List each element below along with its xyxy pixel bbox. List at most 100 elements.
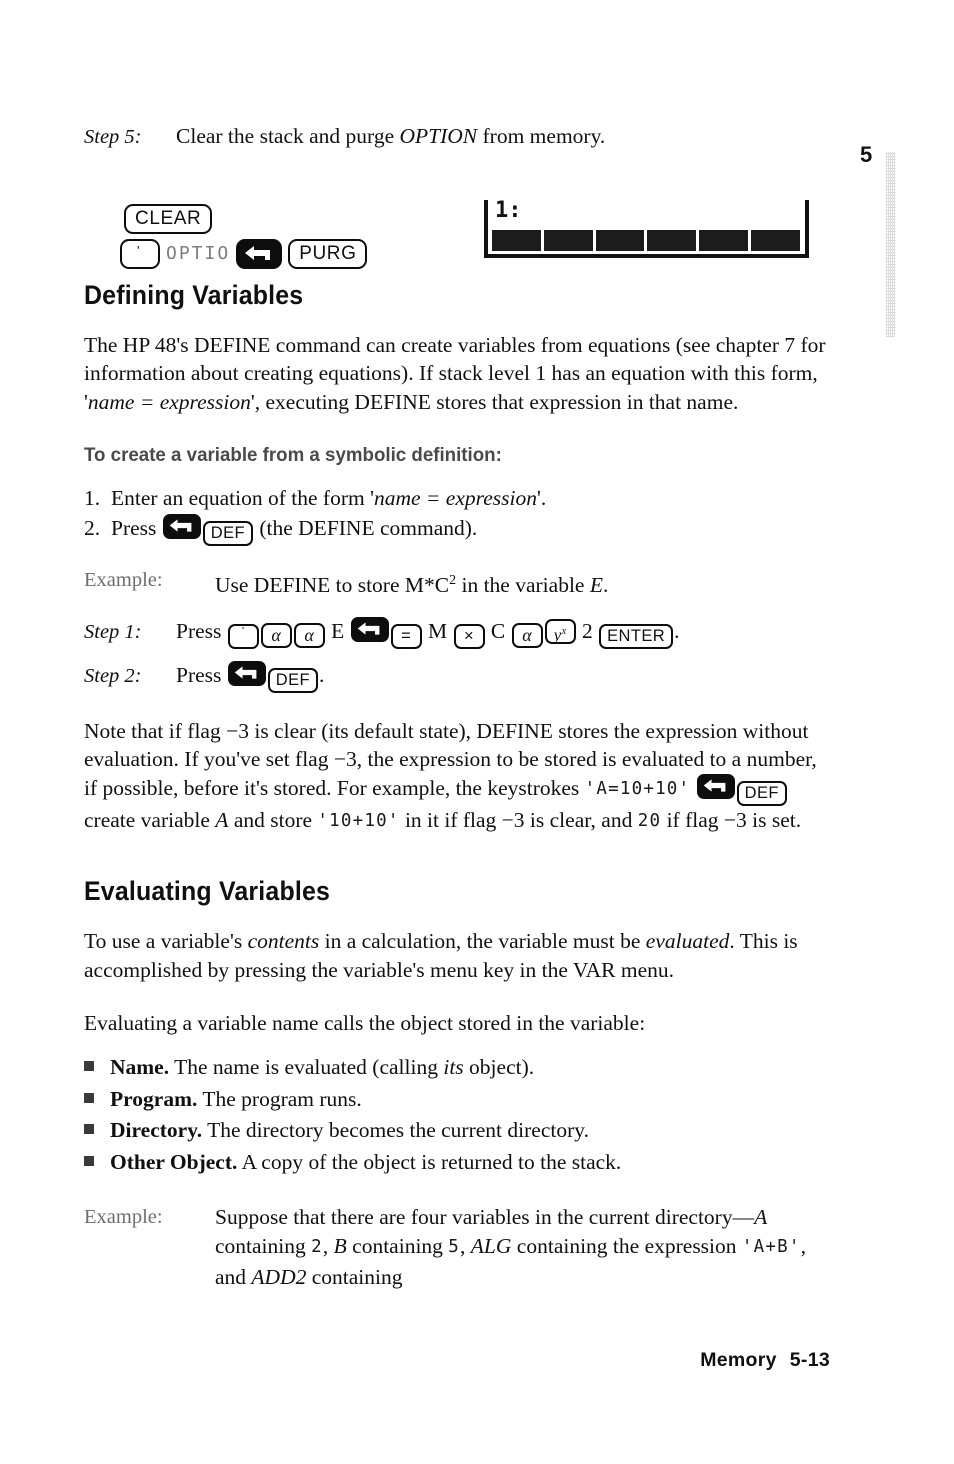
- example-variable-alg: ALG: [470, 1234, 512, 1259]
- purg-key[interactable]: PURG: [288, 238, 368, 269]
- list-item-2-text-b: (the DEFINE command).: [253, 516, 478, 541]
- enter-key[interactable]: ENTER: [599, 623, 674, 649]
- list-item-1-text-a: Enter an equation of the form ': [111, 486, 374, 511]
- def-key[interactable]: DEF: [267, 667, 318, 693]
- square-bullet-icon: [84, 1084, 110, 1114]
- step-1-row: Step 1: Press ' α α E = M × C α yx 2 ENTER.: [84, 616, 829, 649]
- defining-paragraph-1: The HP 48's DEFINE command can create va…: [84, 331, 829, 417]
- evaluating-example-block: Example: Suppose that there are four var…: [84, 1203, 829, 1292]
- bullet-text: Program. The program runs.: [110, 1085, 362, 1115]
- bullet-text-a: A copy of the object is returned to the …: [237, 1149, 622, 1174]
- step-5-text-after: from memory.: [477, 124, 606, 148]
- manual-page: 5 Step 5: Clear the stack and purge OPTI…: [0, 0, 954, 1464]
- step-5-keystrokes: CLEAR ' OPTIO PURG: [120, 203, 368, 269]
- evaluating-text-1b: in a calculation, the variable must be: [319, 929, 646, 954]
- display-menu-bar: [492, 229, 800, 251]
- display-frame-left: [484, 199, 488, 254]
- left-shift-arrow-icon: [357, 621, 380, 635]
- x-exponent-glyph: x: [561, 625, 567, 637]
- list-item: Program. The program runs.: [84, 1085, 829, 1117]
- defining-paragraph-1-emphasis: name = expression: [87, 389, 251, 414]
- left-shift-key[interactable]: [162, 514, 201, 540]
- equals-key[interactable]: =: [390, 623, 422, 649]
- example-text-5: ,: [460, 1234, 471, 1259]
- left-shift-key[interactable]: [236, 238, 283, 269]
- bullet-term: Name.: [110, 1055, 170, 1080]
- evaluating-paragraph-2: Evaluating a variable name calls the obj…: [84, 1010, 646, 1035]
- step-2-keystrokes: Press DEF.: [176, 660, 829, 693]
- menu-slot-6[interactable]: [751, 229, 800, 251]
- keystroke-row-2: ' OPTIO PURG: [120, 238, 368, 269]
- note-text-3: and store: [228, 807, 318, 832]
- bullet-term: Program.: [110, 1086, 198, 1111]
- list-item-1-text: Enter an equation of the form 'name = ex…: [111, 483, 546, 513]
- menu-slot-1[interactable]: [492, 229, 541, 251]
- def-key[interactable]: DEF: [736, 780, 787, 806]
- evaluating-bullet-list: Name. The name is evaluated (calling its…: [84, 1053, 829, 1179]
- letter-m: M: [428, 618, 448, 643]
- list-item-1-text-b: '.: [536, 486, 547, 511]
- square-bullet-icon: [84, 1115, 110, 1145]
- example-body: Use DEFINE to store M*C2 in the variable…: [215, 566, 829, 600]
- example-text-3: ,: [322, 1234, 334, 1259]
- bullet-text-b: object).: [463, 1055, 535, 1080]
- bullet-text-a: The directory becomes the current direct…: [202, 1118, 589, 1143]
- calc-text-a-equals-10-plus-10: 'A=10+10': [584, 778, 691, 799]
- footer-page-number: 5-13: [789, 1349, 830, 1371]
- calc-expression-a-plus-b: 'A+B': [741, 1237, 801, 1258]
- alpha-glyph: α: [522, 624, 533, 645]
- step-1-press-word: Press: [176, 618, 227, 643]
- left-shift-arrow-icon: [234, 665, 257, 679]
- list-item-2-text: Press DEF (the DEFINE command).: [111, 513, 478, 547]
- def-key[interactable]: DEF: [202, 521, 253, 547]
- example-text-8: containing: [306, 1265, 403, 1290]
- list-item-2-number: 2.: [84, 516, 101, 541]
- example-variable-add2: ADD2: [251, 1265, 307, 1290]
- example-label: Example:: [84, 569, 163, 592]
- alpha-key[interactable]: α: [511, 622, 543, 648]
- letter-e: E: [331, 618, 345, 643]
- step-1-period: .: [674, 618, 680, 643]
- display-frame-right: [805, 199, 809, 254]
- menu-slot-3[interactable]: [595, 229, 645, 251]
- left-shift-arrow-icon: [245, 245, 271, 260]
- subheading-create-variable: To create a variable from a symbolic def…: [84, 444, 502, 467]
- multiply-key[interactable]: ×: [453, 623, 485, 649]
- heading-evaluating-variables: Evaluating Variables: [84, 876, 331, 907]
- note-text-4: in it if flag −3 is clear, and: [399, 807, 638, 832]
- note-variable-a: A: [215, 807, 229, 832]
- keystroke-row-1: CLEAR: [120, 203, 367, 234]
- list-item: Name. The name is evaluated (calling its…: [84, 1053, 829, 1085]
- note-text-2: create variable: [84, 807, 216, 832]
- display-stack-level-1: 1:: [495, 197, 522, 223]
- left-shift-key[interactable]: [350, 616, 389, 642]
- step-5-emphasis: OPTION: [399, 124, 478, 148]
- evaluating-paragraph-1: To use a variable's contents in a calcul…: [84, 927, 829, 984]
- menu-slot-5[interactable]: [699, 229, 749, 251]
- step-2-press-word: Press: [176, 662, 227, 687]
- evaluating-emphasis-contents: contents: [247, 929, 320, 954]
- y-glyph: y: [553, 625, 562, 645]
- chapter-number-marker: 5: [860, 142, 873, 167]
- left-shift-key[interactable]: [696, 773, 735, 799]
- calc-text-10-plus-10: '10+10': [317, 810, 400, 831]
- bullet-text-a: The program runs.: [197, 1086, 362, 1111]
- calculator-display: 1:: [484, 197, 809, 258]
- left-shift-key[interactable]: [227, 660, 266, 686]
- page-content: Step 5: Clear the stack and purge OPTION…: [84, 122, 829, 1292]
- clear-key[interactable]: CLEAR: [124, 203, 213, 234]
- list-item-1-number: 1.: [84, 486, 101, 511]
- step-5-text: Clear the stack and purge OPTION from me…: [176, 122, 829, 151]
- scan-artifact-strip: [886, 152, 895, 337]
- list-item-1: 1. Enter an equation of the form 'name =…: [84, 483, 829, 513]
- alpha-key[interactable]: α: [260, 622, 292, 648]
- menu-slot-4[interactable]: [647, 229, 697, 251]
- menu-slot-2[interactable]: [543, 229, 593, 251]
- tick-quote-key[interactable]: ': [120, 238, 160, 269]
- step-5-text-before: Clear the stack and purge: [176, 124, 400, 148]
- tick-quote-key[interactable]: ': [227, 623, 259, 649]
- example-text-1: Suppose that there are four variables in…: [215, 1205, 755, 1230]
- example-variable-b: B: [333, 1234, 347, 1259]
- alpha-key[interactable]: α: [293, 622, 325, 648]
- y-to-the-x-key[interactable]: yx: [544, 618, 576, 645]
